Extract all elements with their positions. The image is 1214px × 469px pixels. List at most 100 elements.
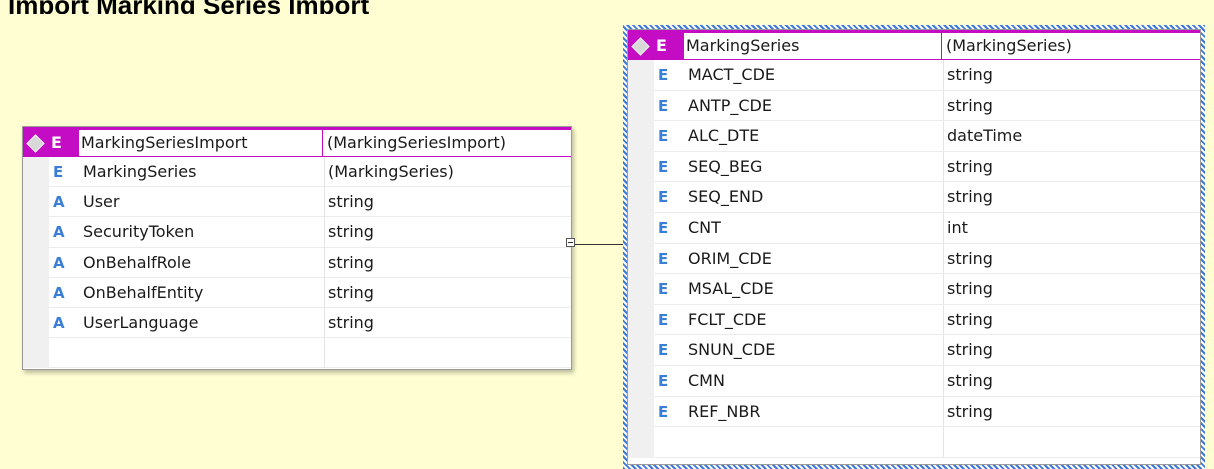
row-gutter	[628, 274, 654, 305]
table-row[interactable]: E SNUN_CDE string	[628, 335, 1200, 366]
row-gutter	[23, 307, 49, 339]
field-type: int	[947, 217, 968, 237]
element-icon: E	[658, 402, 669, 421]
row-gutter	[23, 247, 49, 278]
field-name: MSAL_CDE	[688, 279, 774, 299]
row-gutter	[628, 335, 654, 366]
field-name: SEQ_END	[688, 187, 764, 207]
field-type: string	[328, 222, 374, 242]
element-icon: E	[658, 341, 669, 360]
table-row[interactable]: E ALC_DTE dateTime	[628, 121, 1200, 152]
row-gutter	[628, 427, 654, 458]
entity-markingseriesimport[interactable]: E MarkingSeriesImport (MarkingSeriesImpo…	[22, 126, 572, 370]
row-gutter	[628, 90, 654, 122]
attribute-icon: A	[53, 313, 65, 332]
table-row[interactable]: E CNT int	[628, 212, 1200, 244]
element-icon: E	[51, 133, 62, 152]
element-icon: E	[658, 127, 669, 146]
entity-header[interactable]: E MarkingSeries (MarkingSeries)	[628, 30, 1200, 60]
entity-name: MarkingSeriesImport	[79, 130, 323, 156]
table-row[interactable]: A OnBehalfRole string	[23, 247, 571, 278]
field-name: ANTP_CDE	[688, 95, 772, 115]
table-row[interactable]: E FCLT_CDE string	[628, 304, 1200, 336]
field-name: MACT_CDE	[688, 65, 776, 84]
attribute-icon: A	[53, 253, 65, 272]
header-icon-strip: E	[628, 33, 684, 59]
page-title: Import Marking Series Import	[8, 0, 369, 14]
row-divider	[654, 456, 1200, 458]
attribute-icon: A	[53, 223, 65, 242]
table-row[interactable]: E MSAL_CDE string	[628, 274, 1200, 305]
entity-markingseries[interactable]: E MarkingSeries (MarkingSeries) E MACT_CD…	[627, 29, 1201, 465]
element-icon: E	[53, 163, 64, 181]
column-divider	[943, 121, 944, 152]
row-gutter	[23, 187, 49, 218]
column-divider	[324, 157, 325, 188]
field-type: string	[947, 340, 993, 360]
row-gutter	[628, 396, 654, 428]
empty-row	[23, 338, 571, 369]
field-name: User	[83, 192, 120, 212]
row-divider	[49, 367, 571, 369]
table-row[interactable]: E REF_NBR string	[628, 396, 1200, 428]
field-type: string	[947, 370, 993, 390]
row-gutter	[23, 157, 49, 188]
column-divider	[943, 427, 944, 458]
field-name: SEQ_BEG	[688, 156, 763, 176]
column-divider	[943, 365, 944, 397]
diamond-icon	[26, 134, 45, 153]
field-type: (MarkingSeries)	[328, 162, 454, 181]
entity-header[interactable]: E MarkingSeriesImport (MarkingSeriesImpo…	[23, 127, 571, 157]
column-divider	[943, 151, 944, 183]
field-name: MarkingSeries	[83, 162, 197, 181]
field-type: string	[947, 156, 993, 176]
entity-rows: E MACT_CDE string E ANTP_CDE string E ALC_DTE da…	[628, 60, 1200, 458]
table-row[interactable]: E MarkingSeries (MarkingSeries)	[23, 157, 571, 188]
table-row[interactable]: E SEQ_BEG string	[628, 151, 1200, 183]
table-row[interactable]: A User string	[23, 187, 571, 218]
table-row[interactable]: A OnBehalfEntity string	[23, 277, 571, 308]
column-divider	[943, 243, 944, 275]
row-gutter	[23, 277, 49, 308]
column-divider	[943, 182, 944, 213]
element-icon: E	[658, 280, 669, 299]
collapse-toggle-icon[interactable]	[566, 238, 575, 247]
field-type: string	[947, 248, 993, 268]
relationship-connector	[571, 244, 623, 245]
field-type: string	[947, 279, 993, 299]
table-row[interactable]: A SecurityToken string	[23, 217, 571, 248]
column-divider	[943, 60, 944, 91]
field-type: dateTime	[947, 126, 1023, 146]
column-divider	[324, 187, 325, 218]
element-icon: E	[658, 188, 669, 207]
column-divider	[943, 335, 944, 366]
row-gutter	[628, 182, 654, 213]
table-row[interactable]: E MACT_CDE string	[628, 60, 1200, 91]
row-gutter	[628, 212, 654, 244]
column-divider	[324, 277, 325, 308]
table-row[interactable]: E ORIM_CDE string	[628, 243, 1200, 275]
element-icon: E	[658, 218, 669, 237]
empty-row	[628, 427, 1200, 458]
entity-name: MarkingSeries	[684, 33, 942, 59]
field-name: OnBehalfRole	[83, 252, 192, 272]
row-gutter	[23, 338, 49, 369]
column-divider	[943, 274, 944, 305]
column-divider	[943, 90, 944, 122]
field-name: SNUN_CDE	[688, 340, 776, 360]
column-divider	[943, 212, 944, 244]
table-row[interactable]: E SEQ_END string	[628, 182, 1200, 213]
field-name: CNT	[688, 217, 721, 237]
table-row[interactable]: A UserLanguage string	[23, 307, 571, 339]
field-name: SecurityToken	[83, 222, 195, 242]
element-icon: E	[658, 96, 669, 115]
field-name: FCLT_CDE	[688, 309, 767, 329]
row-gutter	[628, 151, 654, 183]
attribute-icon: A	[53, 283, 65, 302]
table-row[interactable]: E ANTP_CDE string	[628, 90, 1200, 122]
column-divider	[324, 338, 325, 369]
field-type: string	[947, 401, 993, 421]
field-name: ALC_DTE	[688, 126, 760, 146]
table-row[interactable]: E CMN string	[628, 365, 1200, 397]
entity-type: (MarkingSeries)	[946, 36, 1072, 55]
